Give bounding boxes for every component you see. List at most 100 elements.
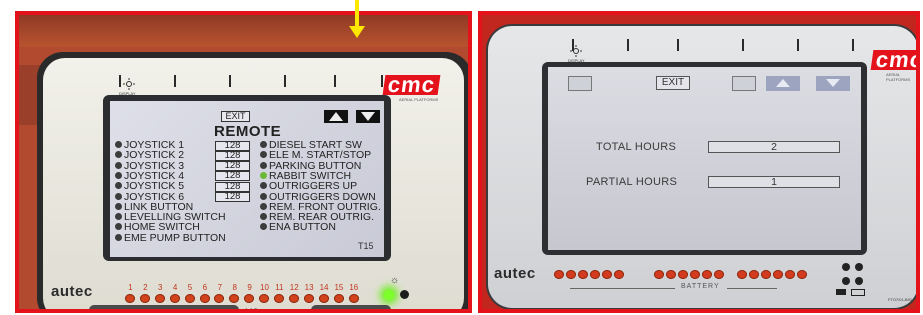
machine-frame [19, 15, 468, 47]
led-number: 14 [319, 283, 329, 292]
battery-outline-icon [851, 289, 865, 296]
status-dot-icon [260, 192, 267, 200]
battery-led [566, 270, 576, 279]
battery-led [554, 270, 564, 279]
display-sun-icon [123, 78, 135, 90]
led-number: 1 [128, 283, 133, 292]
led-number: 7 [217, 283, 223, 292]
status-dot-icon [115, 161, 122, 169]
battery-led [654, 270, 664, 279]
status-led-off [842, 277, 850, 285]
lcd-screen: EXIT TOTAL HOURS 2 PARTIAL HOURS 1 [548, 67, 861, 250]
led-number: 16 [349, 283, 359, 292]
input-row-right: ENA BUTTON [260, 222, 336, 233]
input-label: EME PUMP BUTTON [124, 231, 226, 244]
brightness-icon: ☼ [390, 275, 400, 286]
status-led-off [855, 277, 863, 285]
partial-hours-value: 1 [708, 176, 840, 188]
led-indicator [318, 294, 329, 303]
left-control-panel-photo: DISPLAY cmc AERIAL PLATFORMS EXIT REMOTE… [15, 11, 472, 313]
battery-led [761, 270, 771, 279]
right-control-panel-photo: DISPLAY cmc AERIAL PLATFORMS EXIT TOTAL … [478, 11, 920, 313]
exit-button[interactable]: EXIT [656, 76, 690, 90]
battery-led [714, 270, 724, 279]
status-dot-active-icon [260, 171, 267, 179]
status-dot-icon [260, 213, 267, 221]
led-indicator [199, 294, 210, 303]
scroll-up-button[interactable] [766, 76, 800, 91]
battery-line-right [727, 288, 777, 289]
status-led-off [855, 263, 863, 271]
led-number: 8 [232, 283, 237, 292]
status-dot-icon [115, 171, 122, 179]
tick-marks [572, 39, 872, 53]
battery-led [614, 270, 624, 279]
status-led-off [842, 263, 850, 271]
cmc-logo-subtitle: AERIAL PLATFORMS [399, 97, 439, 102]
cmc-logo: cmc [382, 72, 441, 97]
led-indicator [303, 294, 314, 303]
led-indicator [333, 294, 344, 303]
battery-led [678, 270, 688, 279]
status-dot-icon [260, 223, 267, 231]
battery-led [702, 270, 712, 279]
cmc-logo-subtitle: AERIAL PLATFORMS [886, 72, 911, 82]
status-dot-icon [115, 192, 122, 200]
status-dot-icon [260, 141, 267, 148]
annotation-arrow-shaft [355, 0, 359, 28]
status-dot-icon [115, 233, 122, 241]
menu-button-2[interactable] [732, 76, 756, 91]
cmc-logo: cmc [870, 47, 916, 72]
status-dot-icon [115, 223, 122, 231]
scroll-up-button[interactable] [324, 110, 348, 123]
input-row-left: EME PUMP BUTTON [115, 231, 226, 244]
battery-led [602, 270, 612, 279]
battery-led [737, 270, 747, 279]
led-indicator [139, 294, 150, 303]
led-number: 6 [202, 283, 208, 292]
scroll-down-button[interactable] [816, 76, 850, 91]
led-indicator [154, 294, 165, 303]
input-label: ENA BUTTON [269, 221, 336, 234]
page-code: T15 [358, 241, 374, 251]
led-number: 2 [143, 283, 148, 292]
partial-hours-label: PARTIAL HOURS [586, 176, 678, 188]
led-indicator [348, 294, 359, 303]
connector-block-right [311, 305, 391, 309]
status-dot-icon [260, 151, 267, 159]
led-number: 4 [172, 283, 178, 292]
scroll-down-button[interactable] [356, 110, 380, 123]
battery-led [797, 270, 807, 279]
battery-led [785, 270, 795, 279]
joystick-value: 128 [215, 171, 250, 182]
status-dot-icon [115, 182, 122, 190]
led-number: 12 [289, 283, 299, 292]
battery-led [578, 270, 588, 279]
annotation-arrow-icon [349, 26, 365, 38]
exit-button[interactable]: EXIT [221, 111, 250, 122]
connector-block-left [89, 305, 239, 309]
battery-led [590, 270, 600, 279]
bottom-label: MS [245, 307, 259, 313]
led-indicator [125, 294, 135, 303]
status-dot-icon [115, 213, 122, 221]
screen-title: REMOTE [214, 123, 282, 140]
battery-led [749, 270, 759, 279]
menu-button[interactable] [568, 76, 592, 91]
total-hours-label: TOTAL HOURS [596, 141, 677, 153]
led-indicator [288, 294, 299, 303]
joystick-value: 128 [215, 140, 250, 151]
battery-led [666, 270, 676, 279]
model-code: FTO7/01-B01 [888, 297, 913, 302]
led-number: 15 [334, 283, 344, 292]
status-led-off [400, 290, 409, 299]
status-dot-icon [260, 182, 267, 190]
battery-led [690, 270, 700, 279]
battery-icon [836, 289, 846, 295]
lcd-screen: EXIT REMOTE JOYSTICK 1 128 JOYSTICK 2 128 JO… [110, 101, 384, 257]
status-dot-icon [115, 202, 122, 210]
led-number: 13 [304, 283, 314, 292]
led-number: 9 [247, 283, 252, 292]
autec-logo: autec [51, 283, 93, 300]
joystick-value: 128 [215, 192, 250, 202]
